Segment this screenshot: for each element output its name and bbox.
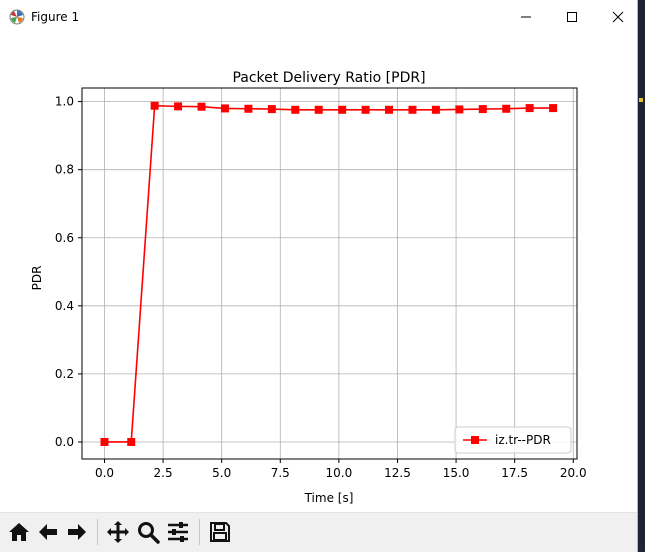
x-tick-label: 17.5 <box>501 466 528 480</box>
desktop-background-right <box>637 0 645 551</box>
x-tick-label: 15.0 <box>443 466 470 480</box>
data-point <box>431 105 440 114</box>
x-tick-label: 12.5 <box>384 466 411 480</box>
toolbar-separator <box>199 519 200 545</box>
toolbar-separator <box>97 519 98 545</box>
data-point <box>174 102 183 111</box>
data-point <box>244 104 253 113</box>
close-button[interactable] <box>595 0 641 34</box>
x-tick-label: 0.0 <box>95 466 114 480</box>
save-button[interactable] <box>206 518 233 545</box>
x-tick-label: 20.0 <box>560 466 587 480</box>
y-tick-label: 0.0 <box>55 435 74 449</box>
zoom-icon <box>137 521 160 544</box>
y-tick-label: 0.4 <box>55 299 74 313</box>
maximize-icon <box>567 12 577 22</box>
chart-title: Packet Delivery Ratio [PDR] <box>232 70 425 86</box>
back-button[interactable] <box>34 518 61 545</box>
pan-button[interactable] <box>104 518 131 545</box>
data-point <box>525 104 534 113</box>
zoom-button[interactable] <box>134 518 161 545</box>
data-point <box>338 105 347 114</box>
data-point <box>361 105 370 114</box>
data-point <box>100 437 109 446</box>
y-tick-label: 0.2 <box>55 367 74 381</box>
minimize-button[interactable] <box>503 0 549 34</box>
figure-canvas[interactable]: Packet Delivery Ratio [PDR] Time [s] PDR… <box>0 34 637 512</box>
data-point <box>220 104 229 113</box>
data-point <box>197 102 206 111</box>
title-bar[interactable]: Figure 1 <box>0 0 637 34</box>
save-icon <box>209 521 230 542</box>
legend-marker <box>471 436 479 444</box>
arrow-right-icon <box>67 523 86 540</box>
data-point <box>314 105 323 114</box>
maximize-button[interactable] <box>549 0 595 34</box>
data-point <box>455 105 464 114</box>
x-tick-label: 5.0 <box>212 466 231 480</box>
close-icon <box>612 11 624 23</box>
window-title: Figure 1 <box>31 10 80 24</box>
sliders-icon <box>167 521 188 542</box>
legend-label: iz.tr--PDR <box>495 433 551 447</box>
x-tick-label: 7.5 <box>271 466 290 480</box>
desktop-icon-fragment <box>639 98 643 102</box>
y-tick-label: 1.0 <box>55 95 74 109</box>
matplotlib-icon <box>9 9 25 25</box>
data-point <box>150 101 159 110</box>
move-icon <box>106 520 129 543</box>
series-line <box>104 104 554 443</box>
home-icon <box>8 522 29 541</box>
data-point <box>549 104 558 113</box>
data-point <box>502 104 511 113</box>
y-axis-label: PDR <box>30 266 44 291</box>
y-tick-label: 0.6 <box>55 231 74 245</box>
x-tick-label: 10.0 <box>326 466 353 480</box>
minimize-icon <box>521 16 531 18</box>
pdr-line-chart: Packet Delivery Ratio [PDR] Time [s] PDR… <box>30 70 587 505</box>
x-tick-label: 2.5 <box>154 466 173 480</box>
data-point <box>291 105 300 114</box>
home-button[interactable] <box>5 518 32 545</box>
forward-button[interactable] <box>63 518 90 545</box>
arrow-left-icon <box>38 523 57 540</box>
data-point <box>385 105 394 114</box>
data-point <box>408 105 417 114</box>
data-point <box>127 437 136 446</box>
x-axis-label: Time [s] <box>304 491 354 505</box>
y-tick-label: 0.8 <box>55 163 74 177</box>
data-point <box>267 105 276 114</box>
configure-subplots-button[interactable] <box>164 518 191 545</box>
plot-frame <box>81 87 578 460</box>
data-point <box>478 105 487 114</box>
navigation-toolbar <box>0 512 637 552</box>
figure-window: Figure 1 Packet Delivery Ratio [PDR] Tim… <box>0 0 637 552</box>
